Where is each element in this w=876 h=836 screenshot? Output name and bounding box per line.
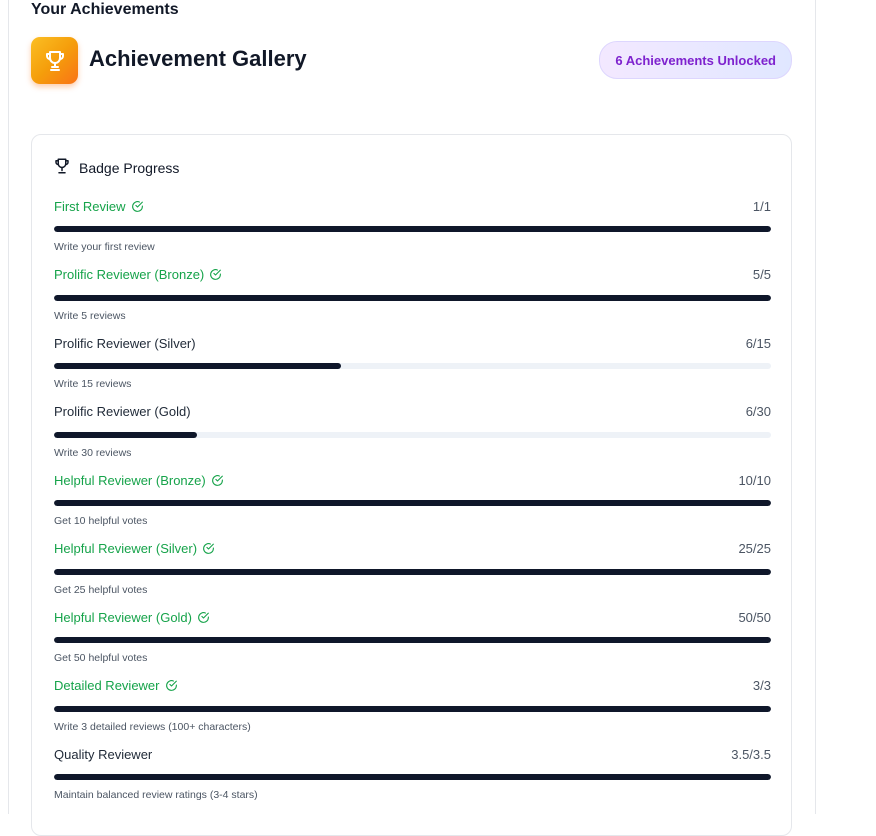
trophy-icon: [53, 157, 71, 178]
badge-progress-card: Badge Progress First Review 1/1 Write your…: [31, 134, 792, 836]
badge-count: 5/5: [752, 267, 771, 282]
badge-row: Quality Reviewer 3.5/3.5 Maintain balanced…: [54, 746, 771, 815]
badge-header: Helpful Reviewer (Gold) 50/50: [54, 609, 771, 625]
badge-header: Prolific Reviewer (Gold) 6/30: [54, 404, 771, 420]
check-circle-icon: [131, 200, 144, 213]
badge-name: Detailed Reviewer: [54, 678, 178, 693]
badge-name-label: Helpful Reviewer (Gold): [54, 609, 192, 625]
badge-name-label: Quality Reviewer: [54, 746, 153, 762]
badge-name-label: Prolific Reviewer (Bronze): [54, 267, 205, 282]
card-header: Badge Progress: [53, 157, 179, 178]
badge-description: Write 15 reviews: [54, 378, 132, 390]
badge-description: Write 3 detailed reviews (100+ character…: [54, 720, 251, 733]
progress-bar: [54, 363, 771, 369]
badge-description: Write 30 reviews: [54, 446, 132, 459]
check-circle-icon: [202, 542, 215, 555]
badge-header: Prolific Reviewer (Bronze) 5/5: [54, 267, 771, 283]
badge-count: 25/25: [738, 541, 771, 556]
badge-description: Get 10 helpful votes: [54, 515, 148, 527]
gallery-header: Achievement Gallery 6 Achievements Unloc…: [31, 37, 792, 85]
badge-count: 6/30: [745, 404, 771, 419]
badge-count: 3.5/3.5: [731, 746, 771, 762]
progress-bar: [54, 568, 771, 575]
badge-name-label: Prolific Reviewer (Gold): [54, 404, 191, 419]
badge-name: Prolific Reviewer (Bronze): [54, 267, 222, 282]
badge-name: Helpful Reviewer (Gold): [54, 610, 210, 625]
badge-count: 3/3: [752, 678, 771, 693]
badge-name: Quality Reviewer: [54, 747, 152, 762]
badge-header: First Review 1/1: [54, 198, 771, 214]
badge-header: Helpful Reviewer (Bronze) 10/10: [54, 472, 771, 488]
progress-bar: [54, 226, 771, 232]
badge-name: Helpful Reviewer (Bronze): [54, 473, 224, 488]
progress-bar-fill: [54, 431, 198, 438]
badge-header: Quality Reviewer 3.5/3.5: [54, 746, 771, 762]
badge-row: Helpful Reviewer (Bronze) 10/10 Get 10 hel…: [54, 472, 771, 541]
progress-bar-fill: [54, 363, 341, 369]
progress-bar: [54, 500, 771, 506]
progress-bar: [54, 294, 771, 301]
badge-count: 10/10: [738, 472, 771, 488]
badge-name: First Review: [54, 199, 144, 214]
badge-header: Detailed Reviewer 3/3: [54, 678, 771, 694]
check-circle-icon: [165, 679, 178, 692]
badge-name-label: Helpful Reviewer (Silver): [54, 541, 198, 556]
progress-bar-fill: [54, 294, 771, 301]
progress-bar-fill: [54, 705, 771, 712]
badge-count: 1/1: [752, 198, 771, 214]
progress-bar-fill: [54, 568, 771, 575]
badge-name-label: Helpful Reviewer (Bronze): [54, 472, 206, 488]
badge-row: Prolific Reviewer (Bronze) 5/5 Write 5 rev…: [54, 267, 771, 336]
progress-bar: [54, 705, 771, 712]
badge-row: Helpful Reviewer (Gold) 50/50 Get 50 helpf…: [54, 609, 771, 678]
badge-list: First Review 1/1 Write your first review Pr…: [54, 198, 771, 815]
badge-description: Write 5 reviews: [54, 309, 126, 322]
check-circle-icon: [209, 268, 222, 281]
badge-row: Detailed Reviewer 3/3 Write 3 detailed rev…: [54, 678, 771, 747]
badge-name: Prolific Reviewer (Silver): [54, 336, 196, 351]
check-circle-icon: [211, 474, 224, 487]
badge-name: Prolific Reviewer (Gold): [54, 404, 191, 419]
badge-row: First Review 1/1 Write your first review: [54, 198, 771, 267]
page-title: Achievement Gallery: [89, 46, 307, 71]
check-circle-icon: [197, 611, 210, 624]
trophy-icon: [31, 37, 78, 84]
badge-count: 6/15: [745, 335, 771, 351]
badge-row: Prolific Reviewer (Silver) 6/15 Write 15 r…: [54, 335, 771, 404]
badge-description: Get 25 helpful votes: [54, 583, 148, 596]
progress-bar: [54, 774, 771, 780]
badge-name-label: First Review: [54, 198, 126, 214]
badge-header: Helpful Reviewer (Silver) 25/25: [54, 541, 771, 557]
badge-count: 50/50: [738, 609, 771, 625]
section-title: Your Achievements: [31, 1, 179, 18]
badge-header: Prolific Reviewer (Silver) 6/15: [54, 335, 771, 351]
card-title: Badge Progress: [79, 159, 180, 176]
badge-name: Helpful Reviewer (Silver): [54, 541, 215, 556]
badge-row: Prolific Reviewer (Gold) 6/30 Write 30 rev…: [54, 404, 771, 473]
badge-name-label: Detailed Reviewer: [54, 678, 160, 693]
progress-bar-fill: [54, 226, 771, 232]
progress-bar: [54, 431, 771, 438]
badge-name-label: Prolific Reviewer (Silver): [54, 335, 196, 351]
progress-bar-fill: [54, 500, 771, 506]
badge-description: Get 50 helpful votes: [54, 652, 148, 664]
progress-bar-fill: [54, 637, 771, 643]
progress-bar-fill: [54, 774, 771, 780]
badge-row: Helpful Reviewer (Silver) 25/25 Get 25 hel…: [54, 541, 771, 610]
progress-bar: [54, 637, 771, 643]
achievements-unlocked-badge: 6 Achievements Unlocked: [599, 41, 792, 79]
badge-description: Write your first review: [54, 241, 155, 253]
